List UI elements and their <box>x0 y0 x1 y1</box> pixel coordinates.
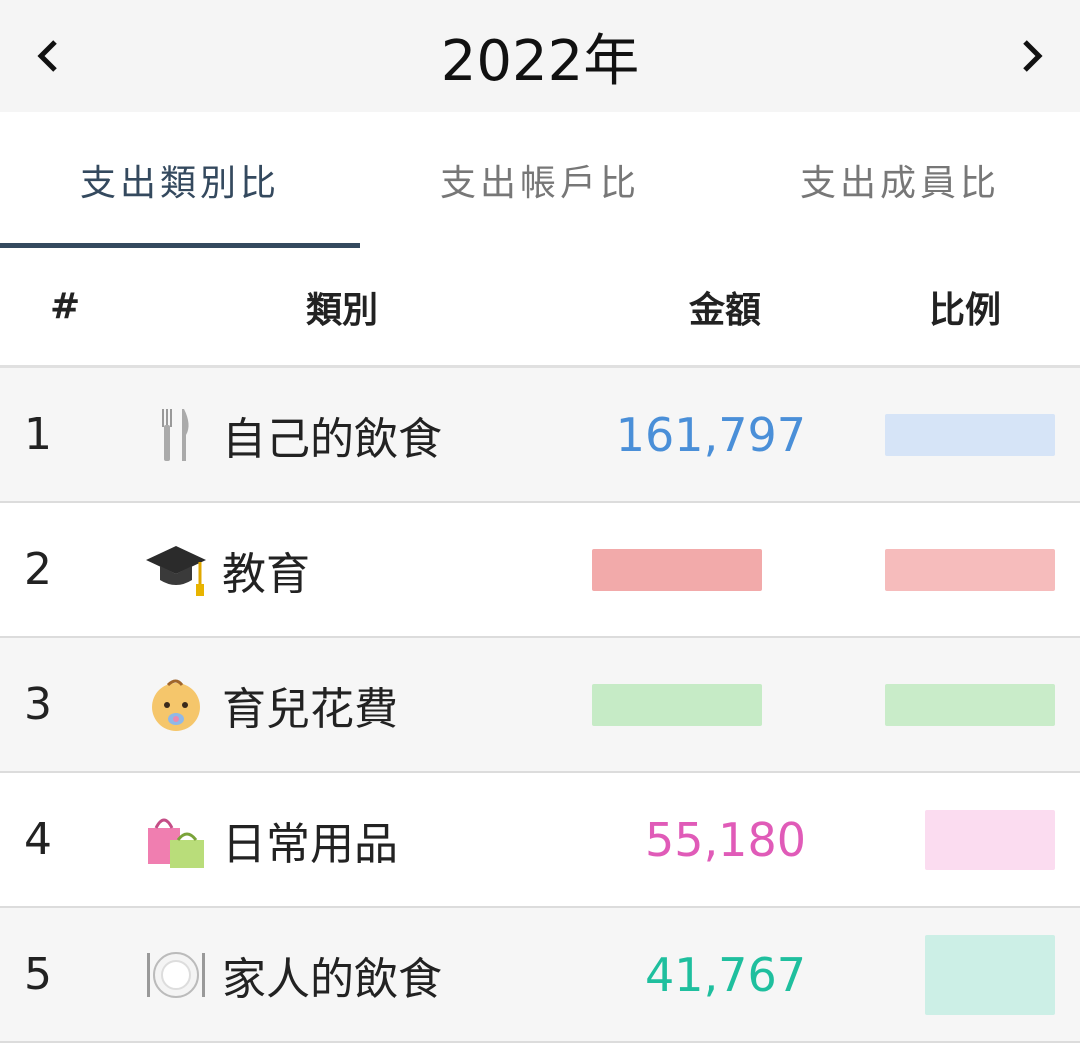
ratio-value <box>850 683 1080 726</box>
amount-value: 161,797 <box>615 407 806 462</box>
ratio-redacted <box>925 934 1055 1015</box>
tab-expense-category[interactable]: 支出類別比 <box>0 112 360 248</box>
tab-bar: 支出類別比 支出帳戶比 支出成員比 <box>0 112 1080 248</box>
row-category: 自己的飲食 <box>124 403 560 467</box>
table-header: # 類別 金額 比例 <box>0 248 1080 368</box>
ratio-value <box>850 413 1080 456</box>
ratio-redacted <box>885 548 1055 591</box>
header-index: # <box>50 286 81 327</box>
row-index: 3 <box>24 679 52 730</box>
category-label: 自己的飲食 <box>222 413 442 465</box>
row-index: 4 <box>24 814 52 865</box>
baby-icon <box>144 673 208 737</box>
amount-value: 41,767 <box>645 947 806 1002</box>
row-category: 家人的飲食 <box>124 943 560 1007</box>
ratio-value <box>850 548 1080 591</box>
category-label: 教育 <box>222 548 310 600</box>
year-title: 2022年 <box>440 28 640 94</box>
header-amount: 金額 <box>688 289 761 331</box>
amount-redacted <box>592 683 762 726</box>
row-category: 育兒花費 <box>124 673 560 737</box>
fork-knife-icon <box>144 403 208 467</box>
table-row[interactable]: 5 家人的飲食 41,767 <box>0 908 1080 1043</box>
ratio-redacted <box>925 809 1055 870</box>
category-label: 日常用品 <box>222 818 398 870</box>
amount-redacted <box>592 548 762 591</box>
table-row[interactable]: 2 教育 <box>0 503 1080 638</box>
shopping-bags-icon <box>144 808 208 872</box>
row-category: 日常用品 <box>124 808 560 872</box>
year-header: 2022年 <box>0 0 1080 112</box>
tab-expense-member[interactable]: 支出成員比 <box>720 112 1080 248</box>
chevron-left-icon <box>37 40 57 72</box>
category-label: 家人的飲食 <box>222 953 442 1005</box>
amount-value <box>560 683 850 726</box>
row-category: 教育 <box>124 538 560 602</box>
ratio-value <box>850 809 1080 870</box>
row-index: 2 <box>24 544 52 595</box>
ratio-value <box>850 934 1080 1015</box>
plate-icon <box>144 943 208 1007</box>
prev-year-button[interactable] <box>24 32 72 80</box>
amount-value: 55,180 <box>645 812 806 867</box>
table-row[interactable]: 1 自己的飲食 161,797 <box>0 368 1080 503</box>
ratio-redacted <box>885 413 1055 456</box>
row-index: 5 <box>24 949 52 1000</box>
tab-expense-account[interactable]: 支出帳戶比 <box>360 112 720 248</box>
next-year-button[interactable] <box>1008 32 1056 80</box>
header-ratio: 比例 <box>928 289 1001 331</box>
row-index: 1 <box>24 409 52 460</box>
header-category: 類別 <box>305 289 378 331</box>
graduation-cap-icon <box>144 538 208 602</box>
category-label: 育兒花費 <box>222 683 398 735</box>
chevron-right-icon <box>1023 40 1043 72</box>
table-row[interactable]: 3 育兒花費 <box>0 638 1080 773</box>
ratio-redacted <box>885 683 1055 726</box>
amount-value <box>560 548 850 591</box>
table-row[interactable]: 4 日常用品 55,180 <box>0 773 1080 908</box>
